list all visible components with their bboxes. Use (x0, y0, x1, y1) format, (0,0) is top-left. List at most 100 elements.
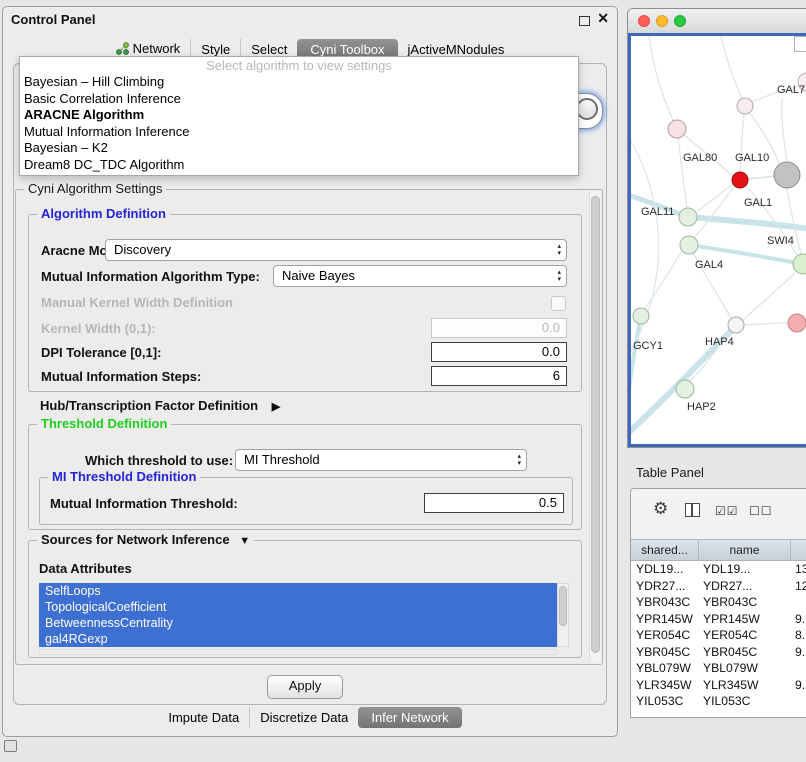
algorithm-option[interactable]: Dream8 DC_TDC Algorithm (20, 157, 578, 174)
attribute-item-selected[interactable]: TopologicalCoefficient (39, 599, 557, 615)
table-cell: YER054C (631, 627, 699, 644)
close-icon[interactable]: ✕ (597, 10, 609, 27)
zoom-traffic-light-icon[interactable] (674, 15, 686, 27)
attribute-item-selected[interactable]: BetweennessCentrality (39, 615, 557, 631)
sources-title: Sources for Network Inference (41, 532, 230, 547)
gear-icon[interactable]: ⚙ (653, 499, 668, 519)
which-threshold-select[interactable]: MI Threshold ▴▾ (235, 449, 527, 471)
network-node[interactable] (676, 380, 694, 398)
settings-scrollbar[interactable] (589, 192, 601, 662)
scrollbar-thumb[interactable] (591, 196, 600, 653)
dpi-tolerance-field[interactable]: 0.0 (431, 342, 567, 362)
network-canvas[interactable]: GAL7GAL80GAL10GAL11GAL1SWI4GAL4GCY1HAP4H… (631, 36, 806, 444)
threshold-definition-group: Threshold Definition Which threshold to … (28, 424, 582, 530)
tab-discretize-data[interactable]: Discretize Data (249, 707, 358, 728)
attributes-list-hscrollbar[interactable] (39, 649, 557, 655)
close-traffic-light-icon[interactable] (638, 15, 650, 27)
table-row[interactable]: YDR27...YDR27...12 (631, 578, 806, 595)
mi-threshold-label: Mutual Information Threshold: (50, 496, 238, 511)
deselect-all-icon[interactable]: ☐☐ (749, 504, 773, 518)
table-panel-toolbar: ⚙ ☑☑ ☐☐ (631, 489, 806, 540)
select-all-icon[interactable]: ☑☑ (715, 504, 739, 518)
manual-kernel-checkbox[interactable] (551, 296, 566, 311)
table-cell: YDR27... (699, 578, 791, 595)
algorithm-option[interactable]: Mutual Information Inference (20, 124, 578, 141)
table-row[interactable]: YER054CYER054C8. (631, 627, 806, 644)
column-header-extra[interactable] (791, 540, 806, 560)
network-node[interactable] (633, 308, 649, 324)
table-row[interactable]: YLR345WYLR345W9. (631, 677, 806, 694)
attribute-item-selected[interactable]: gal4RGexp (39, 631, 557, 647)
network-node-label: GCY1 (633, 340, 663, 352)
table-row[interactable]: YBL079WYBL079W (631, 660, 806, 677)
network-node-label: SWI4 (767, 235, 794, 247)
mi-algorithm-type-select[interactable]: Naive Bayes ▴▾ (273, 265, 567, 287)
hub-section-toggle[interactable]: Hub/Transcription Factor Definition ▶ (40, 398, 280, 413)
table-cell: YBR043C (631, 594, 699, 611)
network-node[interactable] (668, 120, 686, 138)
table-cell: YIL053C (699, 693, 791, 710)
network-node[interactable] (728, 317, 744, 333)
column-header-name[interactable]: name (699, 540, 791, 560)
tab-impute-data[interactable]: Impute Data (158, 707, 249, 728)
table-cell: YBR045C (631, 644, 699, 661)
mi-steps-field[interactable]: 6 (431, 366, 567, 386)
network-node[interactable] (680, 236, 698, 254)
network-scroll-corner[interactable] (794, 36, 806, 52)
table-row[interactable]: YDL19...YDL19...13 (631, 561, 806, 578)
network-node[interactable] (737, 98, 753, 114)
sources-toggle[interactable]: Sources for Network Inference ▼ (37, 532, 254, 547)
algorithm-option[interactable]: Bayesian – Hill Climbing (20, 74, 578, 91)
table-cell: YDR27... (631, 578, 699, 595)
table-cell: YBL079W (699, 660, 791, 677)
network-node[interactable] (774, 162, 800, 188)
algorithm-option[interactable]: Basic Correlation Inference (20, 91, 578, 108)
network-node[interactable] (788, 314, 806, 332)
table-cell: 9. (791, 611, 806, 628)
table-cell: 9. (791, 677, 806, 694)
table-row[interactable]: YBR045CYBR045C9. (631, 644, 806, 661)
algorithm-option-selected[interactable]: ARACNE Algorithm (20, 107, 578, 124)
hub-section-label: Hub/Transcription Factor Definition (40, 398, 258, 413)
algorithm-definition-group: Algorithm Definition Aracne Mode: Discov… (28, 214, 582, 392)
minimize-traffic-light-icon[interactable] (656, 15, 668, 27)
which-threshold-value: MI Threshold (244, 452, 320, 467)
mi-threshold-field[interactable]: 0.5 (424, 493, 564, 513)
scrollbar-thumb[interactable] (559, 586, 567, 626)
table-cell: 8. (791, 627, 806, 644)
collapse-down-icon: ▼ (239, 535, 250, 547)
dpi-tolerance-label: DPI Tolerance [0,1]: (41, 345, 161, 360)
aracne-mode-select[interactable]: Discovery ▴▾ (105, 239, 567, 261)
kernel-width-field[interactable]: 0.0 (431, 318, 567, 338)
columns-icon[interactable] (685, 503, 700, 517)
threshold-definition-title: Threshold Definition (37, 416, 171, 431)
network-node[interactable] (793, 254, 806, 274)
column-header-shared[interactable]: shared... (631, 540, 699, 560)
table-panel-window: ⚙ ☑☑ ☐☐ shared... name YDL19...YDL19...1… (630, 488, 806, 718)
attributes-list-scrollbar[interactable] (557, 583, 569, 647)
algorithm-placeholder: Select algorithm to view settings (20, 57, 578, 74)
table-row[interactable]: YBR043CYBR043C (631, 594, 806, 611)
mi-algorithm-type-value: Naive Bayes (282, 268, 355, 283)
table-row[interactable]: YIL053CYIL053C (631, 693, 806, 710)
apply-button[interactable]: Apply (267, 675, 343, 699)
table-cell (791, 594, 806, 611)
tab-infer-network[interactable]: Infer Network (358, 707, 461, 728)
network-node[interactable] (679, 208, 697, 226)
manual-kernel-label: Manual Kernel Width Definition (41, 295, 233, 310)
network-node[interactable] (732, 172, 748, 188)
table-cell: 9. (791, 644, 806, 661)
network-window-titlebar[interactable] (628, 9, 806, 34)
network-node-label: GAL10 (735, 152, 769, 164)
collapsed-panel-icon[interactable] (4, 740, 17, 752)
table-row[interactable]: YPR145WYPR145W9. (631, 611, 806, 628)
algorithm-dropdown-list: Select algorithm to view settings Bayesi… (19, 56, 579, 176)
algorithm-option[interactable]: Bayesian – K2 (20, 140, 578, 157)
table-cell: 12 (791, 578, 806, 595)
aracne-mode-value: Discovery (114, 242, 171, 257)
attribute-item-selected[interactable]: SelfLoops (39, 583, 557, 599)
table-body: YDL19...YDL19...13YDR27...YDR27...12YBR0… (631, 561, 806, 717)
sources-group: Sources for Network Inference ▼ Data Att… (28, 540, 582, 658)
table-cell: YLR345W (699, 677, 791, 694)
float-window-icon[interactable] (579, 16, 590, 26)
